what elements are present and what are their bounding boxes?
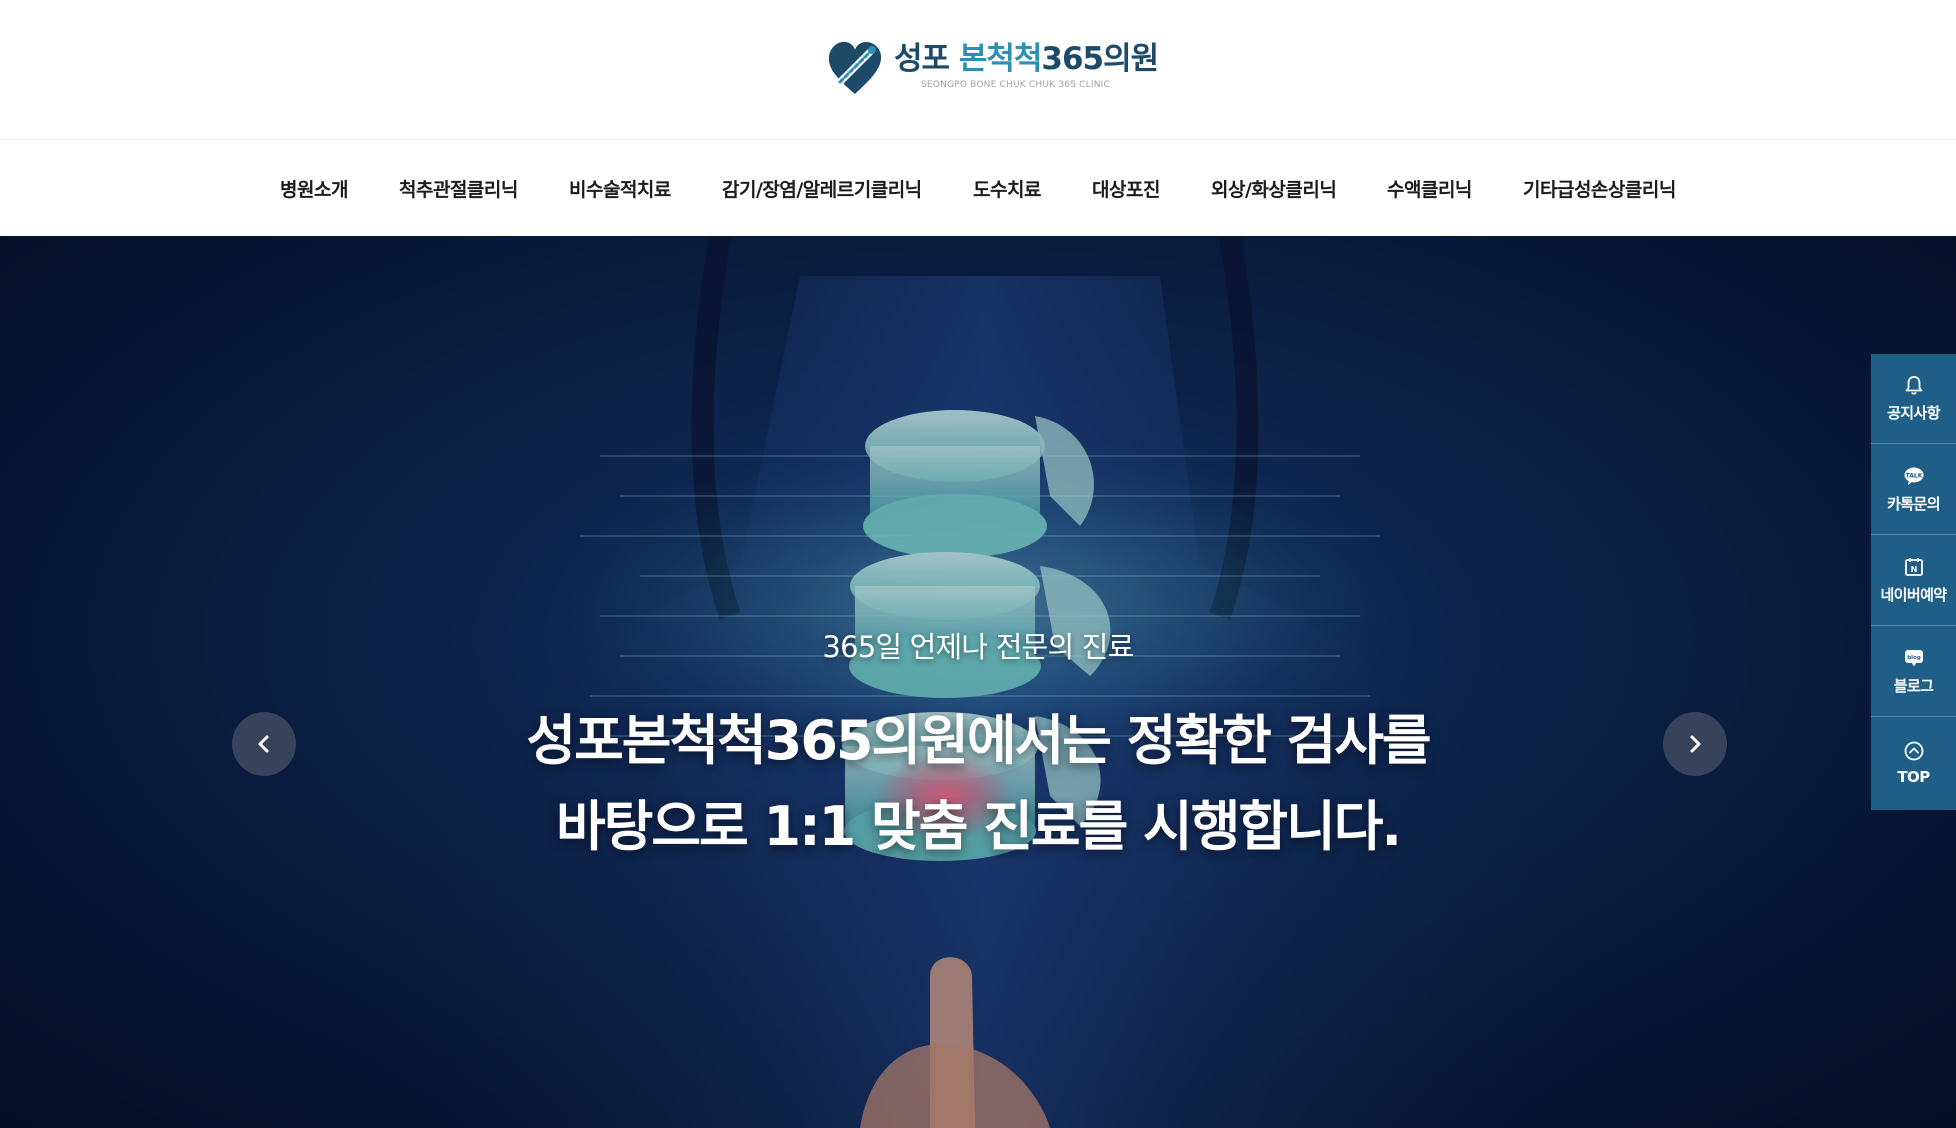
- logo-title-accent: 본척척: [958, 41, 1043, 77]
- svg-text:N: N: [1910, 565, 1917, 574]
- nav-item-hospital-intro[interactable]: 병원소개: [280, 140, 348, 236]
- quick-kakao-button[interactable]: TALK 카톡문의: [1871, 445, 1956, 535]
- hero-title: 성포본척척365의원에서는 정확한 검사를 바탕으로 1:1 맞춤 진료를 시행…: [0, 698, 1956, 870]
- logo-title-tail: 365의원: [1041, 41, 1159, 77]
- nav-item-spine-joint-clinic[interactable]: 척추관절클리닉: [399, 140, 518, 236]
- bell-icon: [1903, 374, 1925, 396]
- kakao-talk-icon: TALK: [1903, 465, 1925, 487]
- svg-text:blog: blog: [1907, 655, 1921, 661]
- nav-item-cold-enteritis-allergy-clinic[interactable]: 감기/장염/알레르기클리닉: [722, 140, 922, 236]
- heart-spine-logo-icon: [828, 41, 882, 94]
- logo-text: 성포 본척척365의원 SEONGPO BONE CHUK CHUK 365 C…: [894, 38, 1159, 90]
- logo-title: 성포 본척척365의원: [894, 41, 1159, 77]
- nav-item-manual-therapy[interactable]: 도수치료: [973, 140, 1041, 236]
- quick-notice-button[interactable]: 공지사항: [1871, 354, 1956, 444]
- quick-naver-booking-label: 네이버예약: [1880, 586, 1947, 604]
- quick-top-button[interactable]: TOP: [1871, 718, 1956, 808]
- chevron-left-icon: [258, 735, 269, 753]
- blog-icon: blog: [1903, 647, 1925, 669]
- hero-title-line2: 바탕으로 1:1 맞춤 진료를 시행합니다.: [556, 795, 1402, 858]
- chevron-right-icon: [1690, 735, 1701, 753]
- quick-naver-booking-button[interactable]: N 네이버예약: [1871, 536, 1956, 626]
- chevron-up-circle-icon: [1903, 740, 1925, 762]
- site-header: 성포 본척척365의원 SEONGPO BONE CHUK CHUK 365 C…: [0, 0, 1956, 140]
- main-navigation: 병원소개 척추관절클리닉 비수술적치료 감기/장염/알레르기클리닉 도수치료 대…: [0, 140, 1956, 236]
- quick-kakao-label: 카톡문의: [1887, 495, 1940, 513]
- quick-blog-button[interactable]: blog 블로그: [1871, 627, 1956, 717]
- nav-item-non-surgical-treatment[interactable]: 비수술적치료: [569, 140, 671, 236]
- quick-menu: 공지사항 TALK 카톡문의 N 네이버예약 blog 블로그 TOP: [1871, 354, 1956, 810]
- clinic-logo[interactable]: 성포 본척척365의원 SEONGPO BONE CHUK CHUK 365 C…: [826, 38, 1159, 104]
- slider-next-button[interactable]: [1663, 712, 1727, 776]
- svg-text:TALK: TALK: [1905, 473, 1922, 480]
- nav-list: 병원소개 척추관절클리닉 비수술적치료 감기/장염/알레르기클리닉 도수치료 대…: [0, 140, 1956, 236]
- slider-prev-button[interactable]: [232, 712, 296, 776]
- logo-subtitle: SEONGPO BONE CHUK CHUK 365 CLINIC: [921, 80, 1111, 90]
- logo-title-main: 성포: [894, 41, 959, 77]
- nav-item-trauma-burn-clinic[interactable]: 외상/화상클리닉: [1211, 140, 1337, 236]
- nav-item-shingles[interactable]: 대상포진: [1092, 140, 1160, 236]
- nav-item-iv-therapy-clinic[interactable]: 수액클리닉: [1387, 140, 1472, 236]
- quick-notice-label: 공지사항: [1887, 404, 1940, 422]
- hero-slider: 365일 언제나 전문의 진료 성포본척척365의원에서는 정확한 검사를 바탕…: [0, 236, 1956, 1128]
- naver-calendar-icon: N: [1903, 556, 1925, 578]
- hero-dim-overlay: [0, 236, 1956, 1128]
- quick-top-label: TOP: [1897, 768, 1930, 786]
- hero-subtitle: 365일 언제나 전문의 진료: [822, 630, 1134, 664]
- nav-item-acute-injury-clinic[interactable]: 기타급성손상클리닉: [1523, 140, 1676, 236]
- quick-blog-label: 블로그: [1893, 677, 1934, 695]
